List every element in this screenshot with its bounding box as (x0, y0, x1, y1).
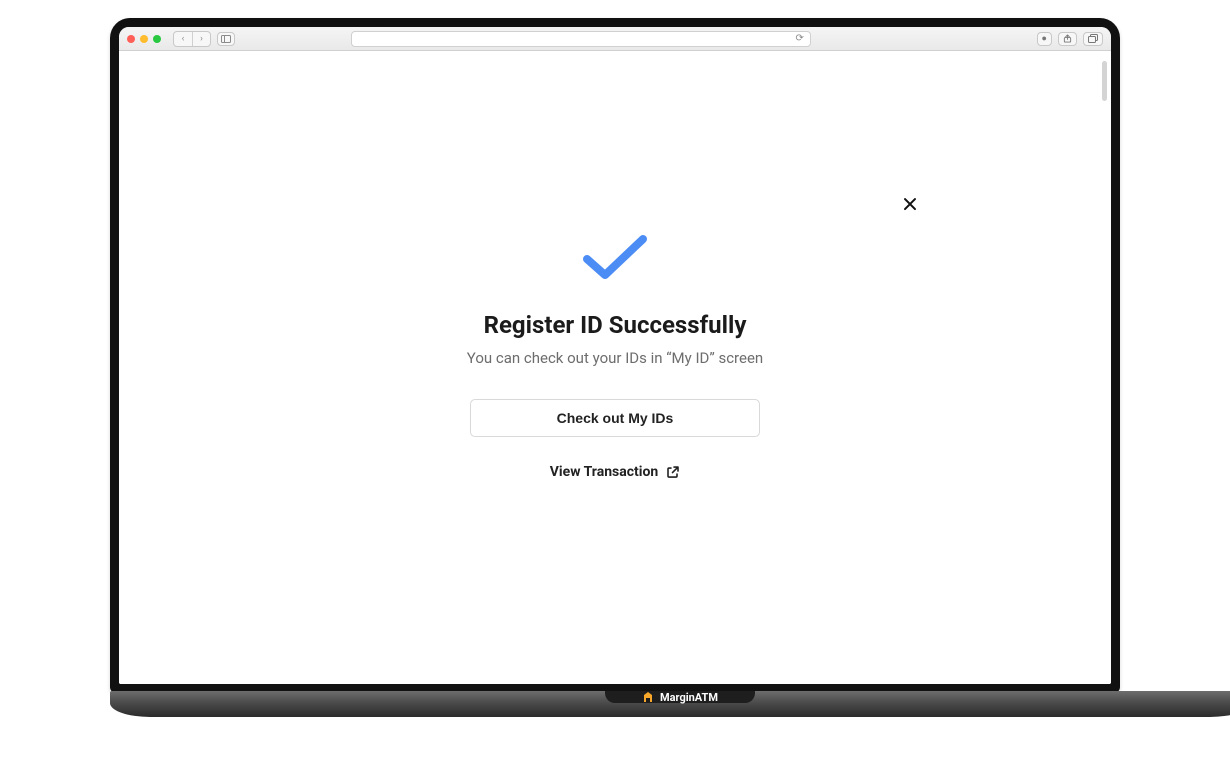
page-viewport: Register ID Successfully You can check o… (119, 51, 1111, 684)
window-traffic-lights[interactable] (127, 35, 161, 43)
close-icon (903, 197, 917, 214)
tabs-button[interactable] (1083, 32, 1103, 46)
forward-button[interactable]: › (192, 32, 210, 46)
maximize-window-dot[interactable] (153, 35, 161, 43)
brand-badge: MarginATM (605, 691, 755, 703)
reload-icon[interactable]: ⟳ (795, 33, 803, 44)
minimize-window-dot[interactable] (140, 35, 148, 43)
scrollbar-thumb[interactable] (1102, 61, 1107, 101)
privacy-shield-button[interactable]: ● (1037, 32, 1052, 46)
checkmark-icon (405, 231, 825, 283)
close-button[interactable] (900, 196, 920, 216)
brand-logo-icon (642, 691, 654, 703)
back-button[interactable]: ‹ (174, 32, 192, 46)
laptop-deck: MarginATM (110, 691, 1230, 721)
laptop-mockup: ‹ › ⟳ ● (110, 18, 1120, 721)
share-button[interactable] (1058, 32, 1077, 46)
external-link-icon (666, 465, 680, 479)
browser-chrome: ‹ › ⟳ ● (119, 27, 1111, 51)
screen-bezel: ‹ › ⟳ ● (110, 18, 1120, 693)
nav-arrows[interactable]: ‹ › (173, 31, 211, 47)
modal-title: Register ID Successfully (405, 311, 825, 339)
screen: ‹ › ⟳ ● (119, 27, 1111, 684)
toolbar-right: ● (1037, 32, 1103, 46)
brand-name: MarginATM (660, 691, 718, 704)
view-transaction-link[interactable]: View Transaction (550, 464, 680, 480)
close-window-dot[interactable] (127, 35, 135, 43)
check-out-my-ids-button[interactable]: Check out My IDs (470, 399, 760, 437)
success-modal: Register ID Successfully You can check o… (405, 231, 825, 480)
address-bar[interactable]: ⟳ (351, 31, 811, 47)
view-transaction-label: View Transaction (550, 464, 658, 480)
sidebar-toggle-icon[interactable] (217, 32, 235, 46)
modal-subtitle: You can check out your IDs in “My ID” sc… (405, 349, 825, 367)
